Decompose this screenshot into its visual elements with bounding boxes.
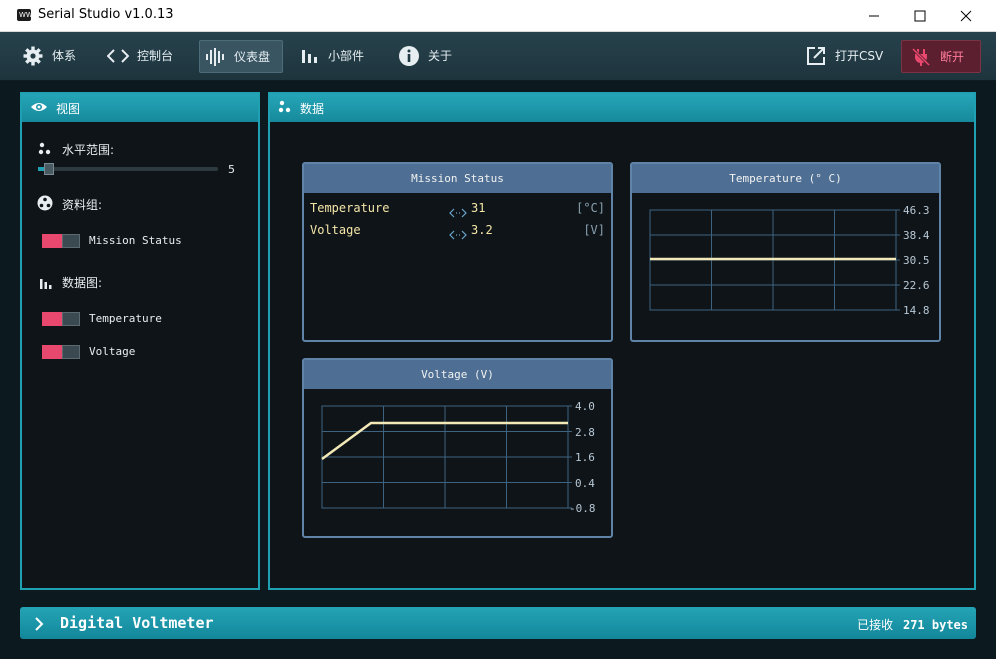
- range-slider-handle[interactable]: [44, 163, 54, 175]
- groups-icon: [37, 195, 53, 215]
- tab-setup-label: 体系: [52, 49, 77, 63]
- close-button[interactable]: [943, 0, 989, 31]
- data-panel-header: 数据: [270, 94, 974, 122]
- temperature-value: 31: [471, 201, 486, 215]
- maximize-icon: [914, 10, 926, 21]
- voltage-plot: 4.0 2.8 1.6 0.4 -0.8: [321, 400, 596, 515]
- range-label: 水平范围:: [62, 143, 115, 157]
- plot-toggle-voltage[interactable]: [42, 345, 80, 359]
- tab-setup[interactable]: 体系: [22, 40, 82, 71]
- unplug-icon: [910, 46, 932, 68]
- tab-dashboard-label: 仪表盘: [234, 50, 271, 64]
- received-value: 271 bytes: [902, 618, 968, 632]
- temperature-unit: [°C]: [576, 201, 605, 215]
- code-icon: [107, 45, 129, 67]
- gear-icon: [22, 45, 44, 67]
- group-toggle-mission-status[interactable]: [42, 234, 80, 248]
- disconnect-button[interactable]: 断开: [901, 40, 981, 73]
- temperature-plot: 46.3 38.4 30.5 22.6 14.8: [649, 204, 930, 317]
- voltage-value: 3.2: [471, 223, 493, 237]
- chevron-right-icon: [34, 616, 44, 635]
- group-label-mission-status: Mission Status: [89, 234, 182, 247]
- groups-label: 资料组:: [62, 198, 103, 212]
- data-panel-title: 数据: [300, 101, 325, 116]
- disconnect-label: 断开: [940, 50, 965, 64]
- info-icon: [398, 45, 420, 67]
- temperature-plot-title: Temperature (° C): [632, 164, 939, 193]
- tab-dashboard[interactable]: 仪表盘: [199, 40, 283, 73]
- voltage-plot-widget: Voltage (V) 4.0 2.8 1.6 0.4 -0.8: [302, 358, 613, 538]
- tab-widgets[interactable]: 小部件: [298, 40, 368, 71]
- tab-console-label: 控制台: [137, 49, 174, 63]
- tab-widgets-label: 小部件: [328, 49, 365, 63]
- scatter-icon: [278, 100, 292, 117]
- plot-toggle-temperature[interactable]: [42, 312, 80, 326]
- plot-label-voltage: Voltage: [89, 345, 136, 358]
- temperature-name: Temperature: [310, 201, 390, 215]
- view-panel: 视图 水平范围: 5 资料组: Mission Status 数据图: Temp…: [20, 92, 260, 590]
- live-value-icon: [449, 225, 467, 244]
- received-status: 已接收 271 bytes: [857, 616, 968, 633]
- eye-icon: [30, 101, 48, 116]
- minimize-button[interactable]: [851, 0, 897, 31]
- range-value: 5: [228, 163, 235, 176]
- view-panel-title: 视图: [56, 101, 81, 116]
- volt-tick-3: 0.4: [575, 477, 595, 490]
- open-csv-button[interactable]: 打开CSV: [805, 40, 885, 71]
- app-logo-icon: WW: [17, 9, 33, 21]
- tab-about-label: 关于: [428, 49, 453, 63]
- open-csv-label: 打开CSV: [835, 49, 884, 63]
- mission-status-widget: Mission Status Temperature 31 [°C] Volta…: [302, 162, 613, 342]
- temp-tick-4: 14.8: [903, 304, 930, 317]
- range-slider-track[interactable]: [38, 163, 218, 175]
- voltage-name: Voltage: [310, 223, 361, 237]
- volt-tick-1: 2.8: [575, 426, 595, 439]
- plots-icon: [39, 275, 53, 294]
- temp-tick-2: 30.5: [903, 254, 930, 267]
- voltage-unit: [V]: [583, 223, 605, 237]
- voltage-plot-title: Voltage (V): [304, 360, 611, 389]
- volt-tick-2: 1.6: [575, 451, 595, 464]
- temp-tick-3: 22.6: [903, 279, 930, 292]
- mission-status-title: Mission Status: [304, 164, 611, 193]
- plot-label-temperature: Temperature: [89, 312, 162, 325]
- window-title: Serial Studio v1.0.13: [38, 7, 174, 22]
- temperature-plot-widget: Temperature (° C) 46.3 38.4 30.5 22.6 14…: [630, 162, 941, 342]
- volt-tick-4: -0.8: [569, 502, 596, 515]
- project-footer[interactable]: Digital Voltmeter 已接收 271 bytes: [20, 607, 976, 639]
- minimize-icon: [869, 15, 879, 16]
- view-panel-header: 视图: [22, 94, 258, 122]
- data-panel: 数据 Mission Status Temperature 31 [°C] Vo…: [268, 92, 976, 590]
- volt-tick-0: 4.0: [575, 400, 595, 413]
- scatter-icon: [38, 141, 52, 160]
- bar-chart-icon: [298, 45, 320, 67]
- open-external-icon: [805, 45, 827, 67]
- project-title: Digital Voltmeter: [60, 614, 214, 632]
- tab-console[interactable]: 控制台: [107, 40, 182, 71]
- temp-tick-0: 46.3: [903, 204, 930, 217]
- waveform-icon: [204, 46, 226, 68]
- tab-about[interactable]: 关于: [398, 40, 458, 71]
- received-label: 已接收: [857, 618, 894, 632]
- toolbar: 体系 控制台 仪表盘 小部件 关于 打开CSV 断开: [0, 32, 996, 81]
- close-icon: [960, 10, 972, 21]
- live-value-icon: [449, 203, 467, 222]
- maximize-button[interactable]: [897, 0, 943, 31]
- plots-label: 数据图:: [62, 276, 103, 290]
- title-bar: WW Serial Studio v1.0.13: [0, 0, 996, 32]
- temp-tick-1: 38.4: [903, 229, 930, 242]
